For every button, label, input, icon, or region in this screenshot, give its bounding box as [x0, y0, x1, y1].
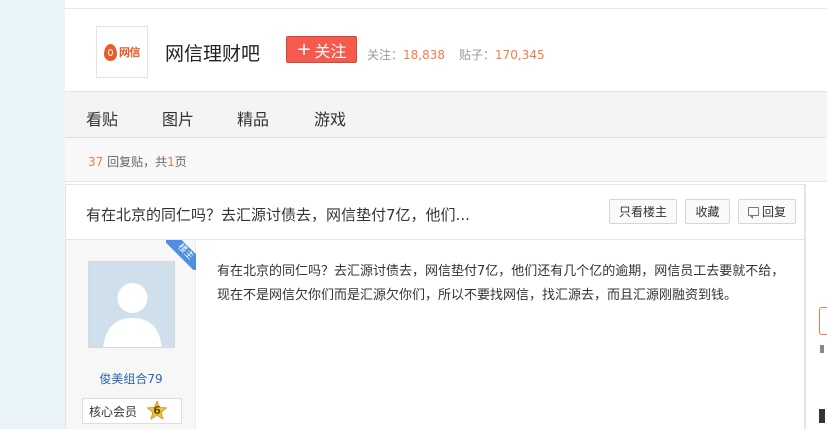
logo-text: 网信 — [119, 46, 141, 59]
followers-count: 18,838 — [403, 48, 446, 62]
reply-summary-bar: 37 回复贴，共1页 — [65, 138, 827, 182]
posts-count: 170,345 — [495, 48, 545, 62]
author-column: 俊美组合79 核心会员 6 楼主 — [66, 240, 196, 429]
tab-games[interactable]: 游戏 — [314, 106, 346, 130]
follow-label: 关注 — [314, 41, 347, 61]
op-ribbon-label: 楼主 — [166, 240, 196, 270]
tab-images[interactable]: 图片 — [162, 106, 194, 130]
author-name[interactable]: 俊美组合79 — [66, 370, 196, 387]
sidebar-fragment — [820, 345, 824, 353]
followers-label: 关注： — [367, 48, 404, 62]
page-left-background — [0, 0, 65, 429]
reply-button[interactable]: 回复 — [738, 199, 796, 224]
reply-count-suffix: 回复贴，共 — [103, 155, 168, 169]
thread-title: 有在北京的同仁吗？去汇源讨债去，网信垫付7亿，他们... — [86, 206, 470, 224]
reply-summary: 37 回复贴，共1页 — [88, 153, 187, 170]
reply-count: 37 — [88, 155, 104, 169]
plus-icon: + — [296, 38, 312, 60]
forum-nav: 看贴 图片 精品 游戏 — [65, 91, 827, 138]
only-op-label: 只看楼主 — [618, 205, 667, 219]
member-rank-box[interactable]: 核心会员 6 — [82, 398, 182, 424]
wangxin-logo-icon: 网信 — [104, 43, 141, 61]
forum-logo[interactable]: 网信 — [96, 26, 148, 78]
sidebar-tab-edge[interactable] — [819, 307, 827, 335]
forum-main: 网信 网信理财吧 + 关注 关注：18,838 贴子：170,345 看贴 图片 … — [65, 0, 827, 429]
forum-header: 网信 网信理财吧 + 关注 关注：18,838 贴子：170,345 — [65, 8, 827, 91]
forum-stats: 关注：18,838 贴子：170,345 — [367, 46, 545, 63]
op-ribbon: 楼主 — [166, 240, 196, 270]
page-count[interactable]: 1 — [167, 155, 175, 169]
post-content: 有在北京的同仁吗？去汇源讨债去，网信垫付7亿，他们还有几个亿的逾期，网信员工去要… — [217, 264, 785, 303]
tab-posts[interactable]: 看贴 — [86, 106, 118, 130]
page-count-suffix: 页 — [174, 155, 187, 169]
reply-label: 回复 — [761, 205, 786, 219]
sidebar-fragment-2 — [819, 409, 825, 423]
follow-button[interactable]: + 关注 — [286, 36, 357, 63]
level-number: 6 — [153, 404, 161, 417]
avatar[interactable] — [88, 261, 175, 348]
favorite-button[interactable]: 收藏 — [685, 199, 730, 224]
level-badge-icon: 6 — [146, 399, 168, 421]
default-avatar-icon — [89, 262, 174, 347]
posts-label: 贴子： — [459, 48, 496, 62]
thread-title-bar: 有在北京的同仁吗？去汇源讨债去，网信垫付7亿，他们... 只看楼主 收藏 回复 — [65, 184, 805, 240]
forum-title[interactable]: 网信理财吧 — [165, 39, 260, 66]
favorite-label: 收藏 — [695, 205, 720, 219]
only-op-button[interactable]: 只看楼主 — [609, 199, 677, 224]
tab-featured[interactable]: 精品 — [237, 106, 269, 130]
member-rank-label: 核心会员 — [89, 404, 138, 419]
post-floor-1: 俊美组合79 核心会员 6 楼主 有在北京的同仁吗？去汇源讨债去，网信垫付7亿，… — [65, 240, 805, 429]
reply-icon — [747, 207, 759, 219]
